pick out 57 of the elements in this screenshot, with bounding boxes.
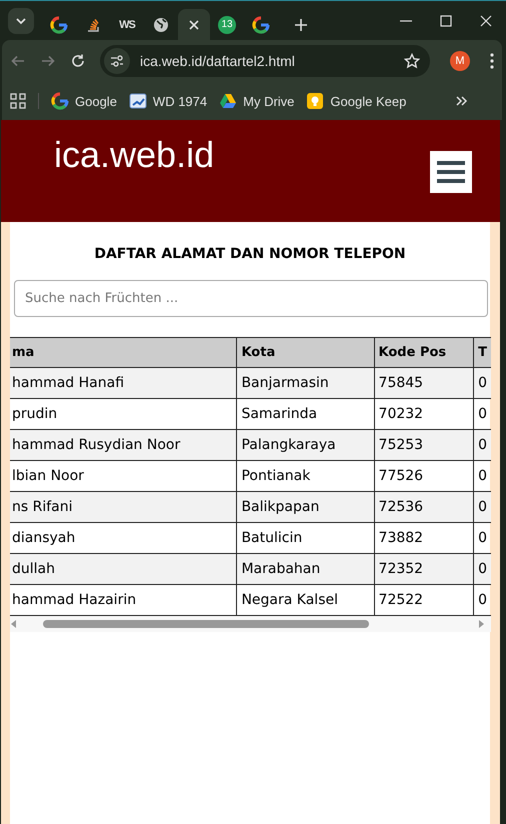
table-cell: Marabahan [236,554,374,584]
table-cell: 0 [474,554,491,584]
search-field[interactable]: Suche nach Früchten ... [14,280,488,317]
more-menu-icon[interactable] [490,53,494,69]
table-cell: dullah [10,554,237,584]
table-cell: 0 [474,368,491,398]
table-cell: 72536 [374,492,474,522]
table-cell: 0 [474,430,491,460]
table-cell: 75253 [374,430,474,460]
table-cell: Balikpapan [236,492,374,522]
lightbulb-note-icon [306,92,324,110]
star-icon[interactable] [404,53,420,69]
google-icon [252,16,270,34]
bookmark[interactable]: WD 1974 [128,92,208,110]
browser-tab[interactable]: WS [110,8,144,40]
site-title[interactable]: ica.web.id [54,134,214,176]
google-icon [50,16,68,34]
google-icon [51,92,69,110]
table-cell: 0 [474,492,491,522]
chart-folder-icon [128,92,147,110]
site-settings-icon[interactable] [110,54,124,68]
scrollbar-thumb[interactable] [43,620,369,628]
bookmark[interactable]: Google Keep [306,92,406,110]
stack-icon [85,16,101,32]
table-cell: Palangkaraya [236,430,374,460]
globe-icon [153,16,169,32]
table-cell: hammad Rusydian Noor [10,430,237,460]
scroll-left-icon[interactable] [10,619,17,629]
scroll-right-icon[interactable] [478,619,485,629]
tab-search-button[interactable] [8,8,34,34]
close-icon [188,18,200,30]
more-bookmarks-icon[interactable] [455,95,468,107]
plus-icon [294,18,308,32]
address-bar[interactable]: ica.web.id/daftartel2.html [100,45,430,77]
back-arrow-icon[interactable] [10,53,26,69]
table-cell: 75845 [374,368,474,398]
bookmark[interactable]: My Drive [219,92,294,110]
close-icon[interactable] [480,14,492,26]
drive-triangle-icon [219,92,238,110]
column-header: Kode Pos [374,338,474,368]
table-cell: hammad Hanafi [10,368,237,398]
browser-tab[interactable] [178,8,210,40]
maximize-icon[interactable] [440,14,452,26]
menu-icon [437,161,465,183]
column-header: T [474,338,491,368]
bookmark[interactable]: Google [51,92,117,110]
reload-icon[interactable] [70,53,86,69]
table-cell: ns Rifani [10,492,237,522]
column-header: Kota [236,338,374,368]
table-cell: 72352 [374,554,474,584]
profile-avatar[interactable]: M [450,51,470,71]
page-heading: DAFTAR ALAMAT DAN NOMOR TELEPON [93,245,407,263]
apps-grid-icon[interactable] [10,93,26,109]
table-cell: Banjarmasin [236,368,374,398]
menu-button[interactable] [430,151,472,193]
forward-arrow-icon[interactable] [40,53,56,69]
column-header: ma [10,338,237,368]
